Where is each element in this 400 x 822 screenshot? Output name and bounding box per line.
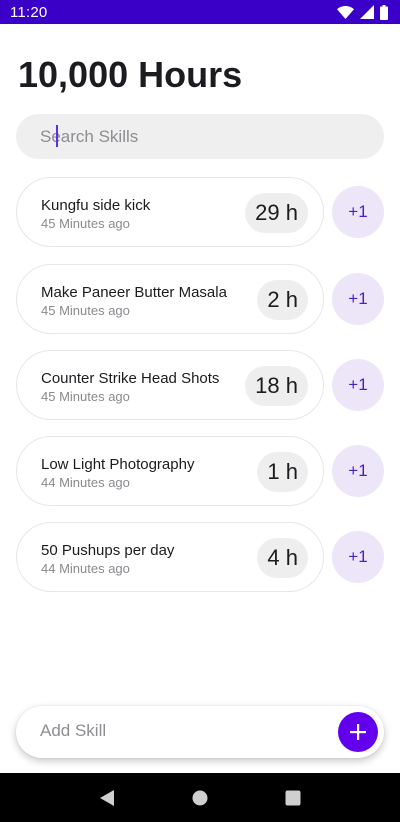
skill-card[interactable]: Make Paneer Butter Masala 45 Minutes ago… (16, 264, 324, 334)
hours-badge: 18 h (245, 366, 308, 406)
skill-name: Kungfu side kick (41, 197, 151, 214)
plus-one-button[interactable]: +1 (332, 186, 384, 238)
page-title: 10,000 Hours (18, 54, 243, 95)
skill-name: 50 Pushups per day (41, 542, 175, 559)
skill-card[interactable]: Low Light Photography 44 Minutes ago 1 h (16, 436, 324, 506)
home-button[interactable] (176, 774, 224, 822)
home-icon (192, 790, 208, 806)
skill-last-updated: 45 Minutes ago (41, 303, 130, 318)
search-bar[interactable] (16, 114, 384, 159)
add-skill-button[interactable] (338, 712, 378, 752)
skill-name: Low Light Photography (41, 456, 195, 473)
recents-button[interactable] (269, 774, 317, 822)
skill-last-updated: 44 Minutes ago (41, 561, 130, 576)
plus-one-button[interactable]: +1 (332, 531, 384, 583)
recents-icon (285, 790, 301, 806)
navigation-bar (0, 773, 400, 822)
skill-card[interactable]: Kungfu side kick 45 Minutes ago 29 h (16, 177, 324, 247)
app-screen: 11:20 10,000 Hours Search Skills Kungfu … (0, 0, 400, 822)
skill-row: 50 Pushups per day 44 Minutes ago 4 h +1 (0, 522, 400, 592)
add-skill-input[interactable] (40, 721, 320, 741)
status-bar: 11:20 (0, 0, 400, 24)
back-icon (99, 789, 115, 807)
plus-one-button[interactable]: +1 (332, 445, 384, 497)
skill-card[interactable]: Counter Strike Head Shots 45 Minutes ago… (16, 350, 324, 420)
status-time: 11:20 (10, 3, 48, 21)
skill-row: Make Paneer Butter Masala 45 Minutes ago… (0, 264, 400, 334)
hours-badge: 4 h (257, 538, 308, 578)
text-cursor (56, 125, 58, 147)
plus-one-button[interactable]: +1 (332, 273, 384, 325)
status-icons (337, 4, 388, 20)
search-input[interactable] (40, 126, 360, 147)
hours-badge: 2 h (257, 280, 308, 320)
skill-row: Low Light Photography 44 Minutes ago 1 h… (0, 436, 400, 506)
skill-last-updated: 44 Minutes ago (41, 475, 130, 490)
back-button[interactable] (83, 774, 131, 822)
wifi-icon (337, 5, 354, 19)
skill-last-updated: 45 Minutes ago (41, 216, 130, 231)
signal-icon (360, 5, 374, 19)
skill-name: Counter Strike Head Shots (41, 370, 220, 387)
skill-card[interactable]: 50 Pushups per day 44 Minutes ago 4 h (16, 522, 324, 592)
skill-row: Kungfu side kick 45 Minutes ago 29 h +1 (0, 177, 400, 247)
hours-badge: 29 h (245, 193, 308, 233)
plus-icon (349, 723, 367, 741)
skill-name: Make Paneer Butter Masala (41, 284, 227, 301)
plus-one-button[interactable]: +1 (332, 359, 384, 411)
hours-badge: 1 h (257, 452, 308, 492)
skill-row: Counter Strike Head Shots 45 Minutes ago… (0, 350, 400, 420)
battery-icon (380, 4, 388, 20)
add-skill-bar (16, 706, 384, 758)
skill-last-updated: 45 Minutes ago (41, 389, 130, 404)
